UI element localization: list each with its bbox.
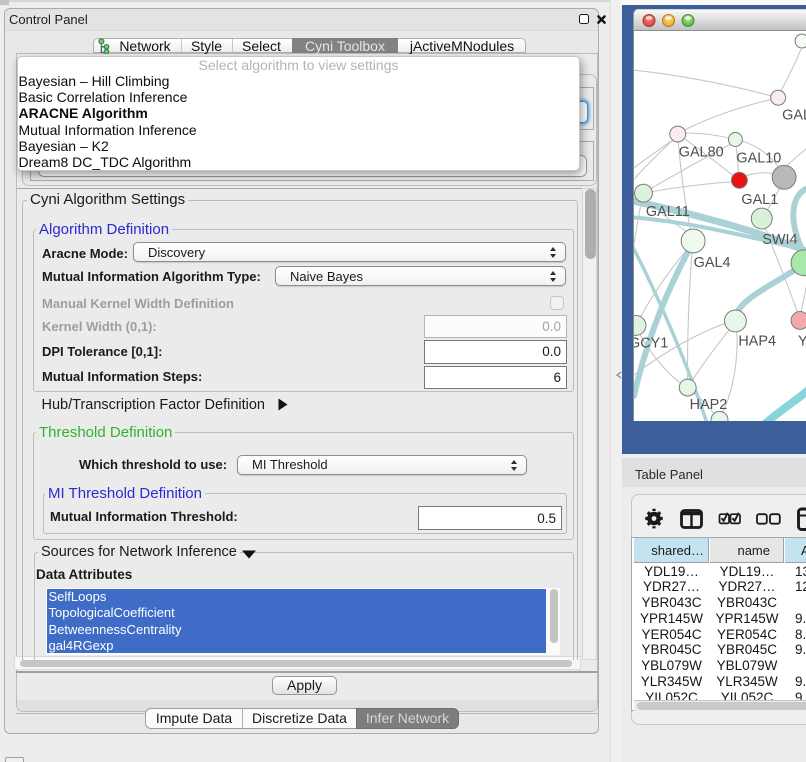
svg-text:HAP4: HAP4: [738, 333, 776, 349]
svg-text:GAL80: GAL80: [679, 144, 724, 160]
svg-text:GCY1: GCY1: [633, 335, 668, 351]
svg-text:GAL11: GAL11: [646, 204, 690, 220]
svg-text:GAL4: GAL4: [694, 255, 731, 271]
svg-text:GAL10: GAL10: [736, 150, 781, 166]
svg-text:SWI4: SWI4: [762, 232, 797, 248]
svg-text:YD: YD: [798, 333, 806, 349]
svg-text:GAL7: GAL7: [782, 108, 806, 124]
svg-text:GAL1: GAL1: [741, 192, 778, 208]
svg-text:HAP2: HAP2: [690, 397, 728, 413]
